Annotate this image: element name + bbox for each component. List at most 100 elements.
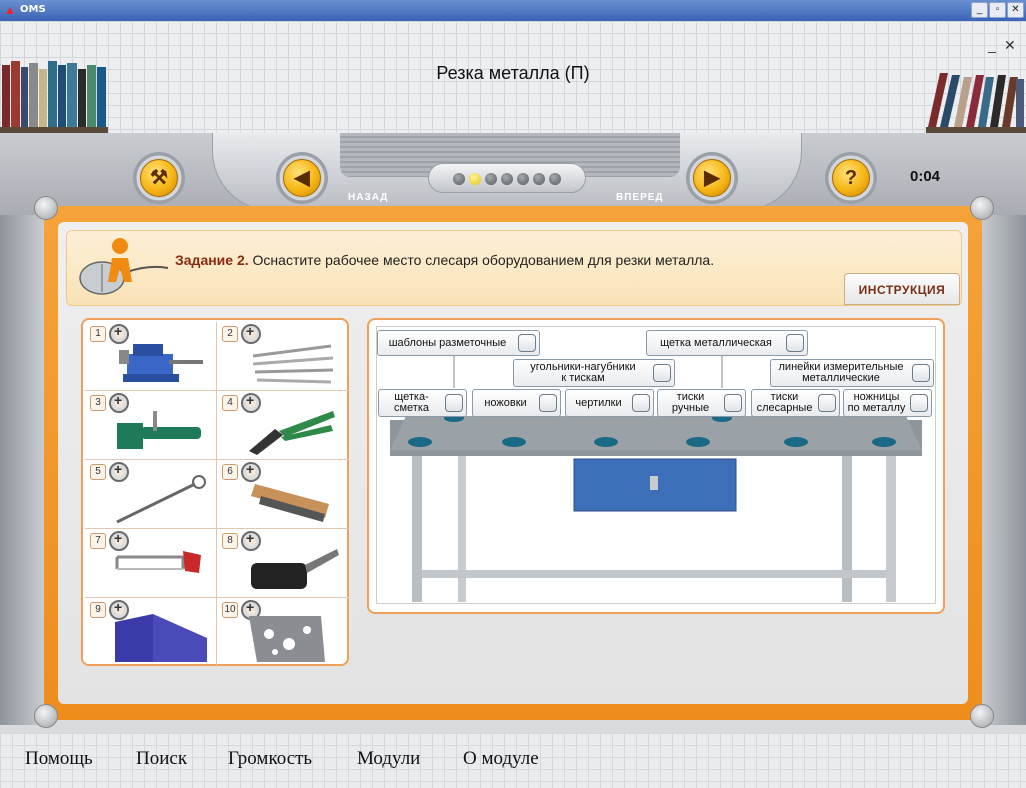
label-checkbox[interactable] xyxy=(632,394,650,412)
step-progress xyxy=(428,163,586,193)
step-dot[interactable] xyxy=(533,173,545,185)
side-decor-left xyxy=(0,215,44,725)
tool-cell-8[interactable]: 8 xyxy=(217,529,349,598)
wire-brush-icon xyxy=(251,484,329,522)
label-text: чертилки xyxy=(575,396,622,409)
bench-vise-icon xyxy=(119,344,203,382)
tool-number: 8 xyxy=(222,533,238,549)
step-dot[interactable] xyxy=(517,173,529,185)
label-line: сметка xyxy=(393,402,430,414)
label-hacksaws[interactable]: ножовки xyxy=(472,389,561,417)
step-dot-active[interactable] xyxy=(469,173,481,185)
label-text: угольники-нагубники к тискам xyxy=(514,360,652,386)
bolt-icon xyxy=(34,704,58,728)
tool-cell-5[interactable]: 5 xyxy=(85,460,217,529)
bolt-icon xyxy=(970,704,994,728)
label-text: щетка-сметка xyxy=(379,390,444,416)
tool-number: 10 xyxy=(222,602,238,618)
tool-cell-7[interactable]: 7 xyxy=(85,529,217,598)
back-button[interactable]: ◀ xyxy=(283,159,321,197)
bookshelf-right-icon xyxy=(926,73,1026,133)
label-bench-vise[interactable]: тиски слесарные xyxy=(751,389,840,417)
label-rulers[interactable]: линейки измерительные металлические xyxy=(770,359,934,387)
tool-number: 6 xyxy=(222,464,238,480)
tools-button[interactable]: ⚒ xyxy=(140,159,178,197)
label-checkbox[interactable] xyxy=(445,394,463,412)
menu-search[interactable]: Поиск xyxy=(136,748,187,770)
arrow-left-icon: ◀ xyxy=(294,167,310,189)
hammer-wrench-icon: ⚒ xyxy=(150,167,168,189)
instructions-button[interactable]: ИНСТРУКЦИЯ xyxy=(844,273,960,305)
label-wire-brush[interactable]: щетка металлическая xyxy=(646,330,808,356)
label-shears[interactable]: ножницы по металлу xyxy=(843,389,932,417)
label-text: щетка металлическая xyxy=(660,336,772,349)
question-icon: ? xyxy=(844,167,858,189)
metal-shears-icon xyxy=(249,411,335,455)
task-title: Задание 2. xyxy=(175,252,249,268)
label-text: тиски ручные xyxy=(658,390,723,416)
task-banner xyxy=(66,230,962,306)
menu-volume[interactable]: Громкость xyxy=(228,748,312,770)
label-checkbox[interactable] xyxy=(653,364,671,382)
label-checkbox[interactable] xyxy=(818,394,836,412)
label-line: слесарные xyxy=(756,402,813,414)
tool-cell-10[interactable]: 10 xyxy=(217,598,349,667)
label-vise-jaws[interactable]: угольники-нагубники к тискам xyxy=(513,359,675,387)
label-checkbox[interactable] xyxy=(910,394,928,412)
tools-panel: 1 2 3 4 5 xyxy=(81,318,349,667)
label-line: ручные xyxy=(671,402,710,414)
forward-button[interactable]: ▶ xyxy=(693,159,731,197)
tool-number: 7 xyxy=(90,533,106,549)
tool-cell-2[interactable]: 2 xyxy=(217,322,349,391)
menu-about-module[interactable]: О модуле xyxy=(463,748,539,770)
app-name: OMS xyxy=(20,4,46,15)
label-line: по металлу xyxy=(847,402,906,414)
hand-vise-icon xyxy=(117,411,201,449)
panel-close-button[interactable]: ✕ xyxy=(1004,37,1016,54)
menu-help[interactable]: Помощь xyxy=(25,748,93,770)
label-hand-vise[interactable]: тиски ручные xyxy=(657,389,746,417)
step-dot[interactable] xyxy=(501,173,513,185)
label-templates[interactable]: шаблоны разметочные xyxy=(377,330,540,356)
bolt-icon xyxy=(34,196,58,220)
label-checkbox[interactable] xyxy=(518,334,536,352)
hacksaw-icon xyxy=(115,551,201,573)
label-checkbox[interactable] xyxy=(724,394,742,412)
bolt-icon xyxy=(970,196,994,220)
label-scribers[interactable]: чертилки xyxy=(565,389,654,417)
label-text: ножовки xyxy=(484,396,527,409)
step-dot[interactable] xyxy=(485,173,497,185)
hacksaw-blades-icon xyxy=(252,344,334,384)
minimize-button[interactable]: _ xyxy=(971,2,988,18)
step-dot[interactable] xyxy=(453,173,465,185)
step-dot[interactable] xyxy=(549,173,561,185)
tool-cell-1[interactable]: 1 xyxy=(85,322,217,391)
tool-cell-4[interactable]: 4 xyxy=(217,391,349,460)
tool-number: 1 xyxy=(90,326,106,342)
menu-modules[interactable]: Модули xyxy=(357,748,420,770)
tool-number: 4 xyxy=(222,395,238,411)
panel-minimize-button[interactable]: _ xyxy=(988,37,996,53)
tool-cell-9[interactable]: 9 xyxy=(85,598,217,667)
window-titlebar: ▲ OMS _ ▫ ✕ xyxy=(0,0,1026,21)
label-checkbox[interactable] xyxy=(912,364,930,382)
label-text: тиски слесарные xyxy=(752,390,817,416)
maximize-button[interactable]: ▫ xyxy=(989,2,1006,18)
label-text: шаблоны разметочные xyxy=(388,336,507,349)
tool-cell-3[interactable]: 3 xyxy=(85,391,217,460)
header: _ ✕ Резка металла (П) xyxy=(0,21,1026,133)
help-button[interactable]: ? xyxy=(832,159,870,197)
arrow-right-icon: ▶ xyxy=(704,167,720,189)
tool-cell-6[interactable]: 6 xyxy=(217,460,349,529)
label-text: линейки измерительные металлические xyxy=(771,360,911,386)
tool-number: 2 xyxy=(222,326,238,342)
page-title: Резка металла (П) xyxy=(436,63,590,83)
close-button[interactable]: ✕ xyxy=(1007,2,1024,18)
mouse-figure-icon xyxy=(79,238,169,295)
tool-number: 9 xyxy=(90,602,106,618)
label-checkbox[interactable] xyxy=(786,334,804,352)
label-checkbox[interactable] xyxy=(539,394,557,412)
label-brush[interactable]: щетка-сметка xyxy=(378,389,467,417)
label-line: к тискам xyxy=(561,372,605,384)
bench-brush-icon xyxy=(251,549,339,589)
